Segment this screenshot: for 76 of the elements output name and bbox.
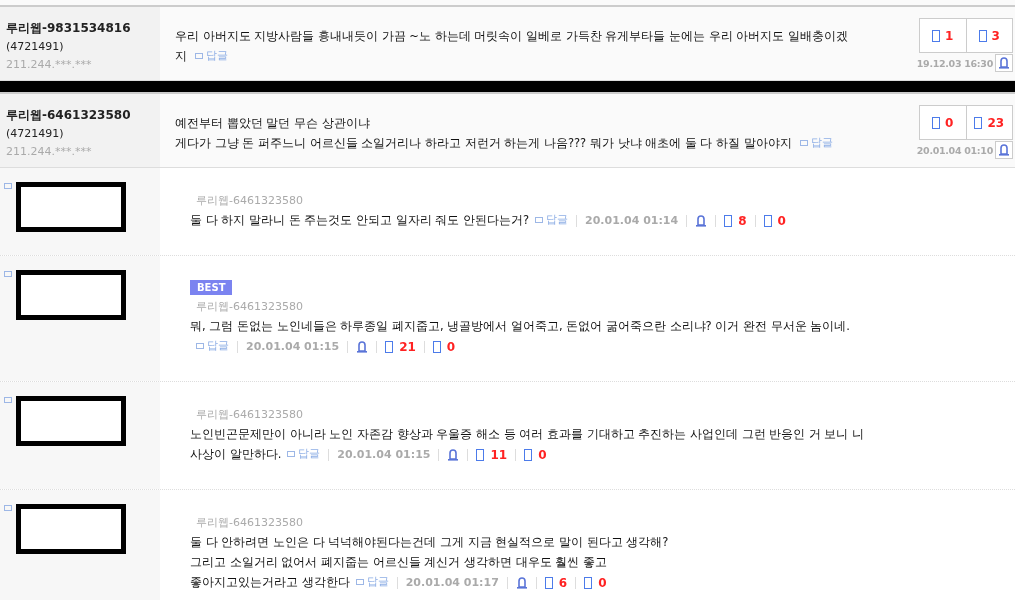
upvote-button[interactable]: 11 <box>476 444 508 465</box>
comment-date: 20.01.04 01:14 <box>585 214 679 227</box>
rectangle-icon <box>524 448 533 461</box>
rectangle-icon <box>724 214 733 227</box>
ip-address: 211.244.***.*** <box>6 144 93 160</box>
rectangle-icon <box>763 214 772 227</box>
user-id: (4721491) <box>6 126 65 142</box>
rectangle-icon <box>932 29 941 42</box>
comment-text: 지 <box>175 48 187 63</box>
report-button[interactable] <box>356 340 369 353</box>
rectangle-icon <box>932 116 941 129</box>
reply-link[interactable]: 답글 <box>535 210 568 230</box>
reply-link[interactable]: 답글 <box>355 572 389 592</box>
reply-link[interactable]: 답글 <box>195 46 228 65</box>
report-button[interactable] <box>515 576 528 589</box>
upvote-button[interactable]: 21 <box>385 336 416 357</box>
comment-date: 20.01.04 01:17 <box>405 576 499 589</box>
author-name: 루리웹-9831534816 <box>6 20 132 37</box>
downvote-button[interactable]: 0 <box>524 444 547 465</box>
comment-text: 노인빈곤문제만이 아니라 노인 자존감 향상과 우울증 해소 등 여러 효과를 기대하고 추진하는 사업인데 그런 반응인 거 보니 니 <box>190 427 865 441</box>
reply-link[interactable]: 답글 <box>799 133 833 152</box>
square-icon <box>287 450 296 458</box>
report-button[interactable] <box>695 214 708 227</box>
square-icon <box>195 51 203 60</box>
reply-link[interactable]: 답글 <box>196 336 229 356</box>
rectangle-icon <box>978 29 987 42</box>
square-icon <box>4 270 12 278</box>
square-icon <box>799 138 808 147</box>
comment-text: 뭐, 그럼 돈없는 노인네들은 하루종일 폐지줍고, 냉골방에서 얼어죽고, 돈없어 굶어죽으란 소리냐? 이거 완전 무서운 놈이네. <box>190 319 850 333</box>
square-icon <box>196 342 204 350</box>
square-icon <box>4 182 12 190</box>
bell-icon <box>998 57 1010 69</box>
bell-icon <box>695 214 708 227</box>
square-icon <box>535 216 543 224</box>
comment-text: 사상이 알만하다. <box>190 447 282 461</box>
comment-text: 예전부터 뽑았던 말던 무슨 상관이냐 <box>175 116 370 130</box>
rectangle-icon <box>432 340 441 353</box>
rectangle-icon <box>385 340 394 353</box>
rectangle-icon <box>544 576 553 589</box>
comment-date: 20.01.04 01:15 <box>337 448 431 461</box>
reply-link[interactable]: 답글 <box>287 444 321 464</box>
comment-text: 그리고 소일거리 없어서 폐지줍는 어르신들 계신거 생각하면 대우도 훨씬 좋고 <box>190 555 607 569</box>
comment-date: 20.01.04 01:10 <box>916 144 993 156</box>
comment-text: 둘 다 하지 말라니 돈 주는것도 안되고 일자리 줘도 안된다는거? <box>190 213 529 227</box>
bell-icon <box>356 340 369 353</box>
bell-icon <box>447 448 460 461</box>
downvote-button[interactable]: 0 <box>584 572 607 593</box>
comment-date: 20.01.04 01:15 <box>246 340 340 353</box>
rectangle-icon <box>476 448 485 461</box>
best-badge: BEST <box>190 280 233 295</box>
comment-text: 둘 다 안하려면 노인은 다 넉넉해야된다는건데 그게 지금 현실적으로 말이 된다고 생각해? <box>190 535 669 549</box>
author-name: 루리웹-6461323580 <box>195 515 304 531</box>
ip-address: 211.244.***.*** <box>6 57 93 73</box>
author-name: 루리웹-6461323580 <box>6 107 132 124</box>
rectangle-icon <box>974 116 983 129</box>
upvote-button[interactable]: 8 <box>724 210 747 231</box>
author-name: 루리웹-6461323580 <box>195 299 304 315</box>
author-name: 루리웹-6461323580 <box>195 193 304 209</box>
report-button[interactable] <box>995 54 1013 72</box>
rectangle-icon <box>584 576 593 589</box>
bell-icon <box>998 144 1010 156</box>
comment-text: 우리 아버지도 지방사람들 흉내내듯이 가끔 ~노 하는데 머릿속이 일베로 가득찬 유게부타들 눈에는 우리 아버지도 일배충이겠 <box>175 29 848 43</box>
user-id: (4721491) <box>6 39 65 55</box>
author-name: 루리웹-6461323580 <box>195 407 304 423</box>
comment-text: 좋아지고있는거라고 생각한다 <box>190 575 350 589</box>
downvote-button[interactable]: 0 <box>763 210 786 231</box>
square-icon <box>355 578 364 586</box>
report-button[interactable] <box>995 141 1013 159</box>
comment-date: 19.12.03 16:30 <box>916 57 993 69</box>
square-icon <box>4 396 12 404</box>
upvote-button[interactable]: 6 <box>544 572 568 593</box>
square-icon <box>4 504 12 512</box>
downvote-button[interactable]: 0 <box>432 336 456 357</box>
comment-text: 게다가 그냥 돈 퍼주느니 어르신들 소일거리나 하라고 저런거 하는게 나음??? 뭐가 낫냐 애초에 둘 다 하질 말아야지 <box>175 135 792 150</box>
bell-icon <box>515 576 528 589</box>
report-button[interactable] <box>447 448 460 461</box>
